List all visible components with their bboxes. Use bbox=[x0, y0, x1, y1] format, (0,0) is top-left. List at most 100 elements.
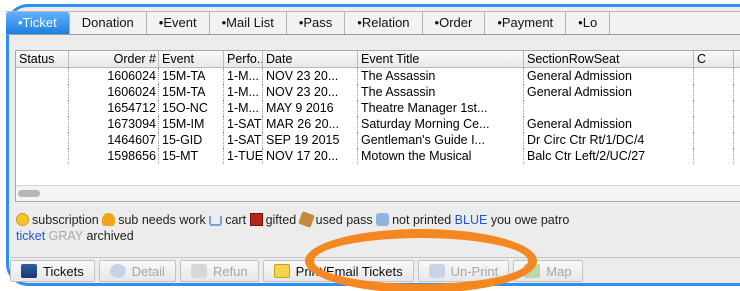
cell-event-title: The Assassin bbox=[358, 84, 524, 100]
column-header-c[interactable]: C bbox=[694, 51, 734, 67]
legend-ticket-label: ticket bbox=[16, 229, 46, 243]
cell-performance: 1-SAT bbox=[224, 116, 263, 132]
cell-order: 1606024 bbox=[69, 68, 159, 84]
table-row[interactable]: 1598656 15-MT 1-TUE NOV 17 20... Motown … bbox=[16, 148, 740, 164]
tab-order[interactable]: •Order bbox=[423, 12, 486, 34]
table-header: Status Order # Event Perfo... Date Event… bbox=[16, 51, 740, 68]
heart-icon bbox=[102, 213, 116, 226]
column-header-event-title[interactable]: Event Title bbox=[358, 51, 524, 67]
horizontal-scrollbar[interactable] bbox=[16, 185, 740, 201]
cell-event: 15-MT bbox=[159, 148, 224, 164]
search-icon bbox=[109, 264, 126, 278]
tab-donation[interactable]: Donation bbox=[70, 12, 147, 34]
table-row[interactable]: 1654712 15O-NC 1-M... MAY 9 2016 Theatre… bbox=[16, 100, 740, 116]
bottom-toolbar: Tickets Detail Refun Print/Email Tickets… bbox=[10, 257, 740, 282]
detail-button[interactable]: Detail bbox=[98, 260, 176, 282]
smiley-icon bbox=[16, 213, 29, 226]
cell-date: SEP 19 2015 bbox=[263, 132, 358, 148]
table-row[interactable]: 1673094 15M-IM 1-SAT MAR 26 20... Saturd… bbox=[16, 116, 740, 132]
cell-date: NOV 23 20... bbox=[263, 68, 358, 84]
cell-section-row-seat: General Admission bbox=[524, 68, 694, 84]
cell-performance: 1-M... bbox=[224, 68, 263, 84]
cell-status bbox=[16, 84, 69, 100]
legend-blue-label: BLUE bbox=[454, 213, 488, 227]
cell-event: 15M-TA bbox=[159, 84, 224, 100]
column-header-section-row-seat[interactable]: SectionRowSeat bbox=[524, 51, 694, 67]
tab-relation[interactable]: •Relation bbox=[345, 12, 423, 34]
tab-lo[interactable]: •Lo bbox=[566, 12, 611, 34]
column-header-order[interactable]: Order # bbox=[69, 51, 159, 67]
column-header-event[interactable]: Event bbox=[159, 51, 224, 67]
status-legend: subscription sub needs work cart gifted … bbox=[16, 211, 740, 244]
tab-pass[interactable]: •Pass bbox=[287, 12, 346, 34]
cell-event: 15-GID bbox=[159, 132, 224, 148]
cell-status bbox=[16, 68, 69, 84]
print-email-tickets-button[interactable]: Print/Email Tickets bbox=[262, 260, 414, 282]
table-body: 1606024 15M-TA 1-M... NOV 23 20... The A… bbox=[16, 68, 740, 178]
tab-payment[interactable]: •Payment bbox=[485, 12, 567, 34]
cell-status bbox=[16, 100, 69, 116]
refund-button[interactable]: Refun bbox=[179, 260, 259, 282]
cell-c bbox=[694, 84, 734, 100]
tickets-icon bbox=[21, 264, 37, 278]
scrollbar-thumb[interactable] bbox=[18, 190, 40, 197]
cell-status bbox=[16, 148, 69, 164]
tab-event[interactable]: •Event bbox=[147, 12, 210, 34]
tab-bar: •Ticket Donation •Event •Mail List •Pass… bbox=[6, 11, 740, 35]
cell-date: MAR 26 20... bbox=[263, 116, 358, 132]
cell-order: 1654712 bbox=[69, 100, 159, 116]
cell-order: 1464607 bbox=[69, 132, 159, 148]
cell-status bbox=[16, 132, 69, 148]
column-header-status[interactable]: Status bbox=[16, 51, 69, 67]
used-pass-icon bbox=[297, 211, 315, 228]
cell-event: 15M-IM bbox=[159, 116, 224, 132]
tab-mail-list[interactable]: •Mail List bbox=[210, 12, 287, 34]
cell-date: MAY 9 2016 bbox=[263, 100, 358, 116]
cell-order: 1673094 bbox=[69, 116, 159, 132]
cell-order: 1598656 bbox=[69, 148, 159, 164]
cell-c bbox=[694, 116, 734, 132]
legend-item: cart bbox=[209, 213, 246, 227]
cell-performance: 1-SAT bbox=[224, 132, 263, 148]
trash-icon bbox=[190, 264, 207, 278]
map-icon bbox=[524, 264, 541, 278]
table-row[interactable]: 1464607 15-GID 1-SAT SEP 19 2015 Gentlem… bbox=[16, 132, 740, 148]
legend-gray-label: GRAY bbox=[48, 229, 83, 243]
table-row[interactable]: 1606024 15M-TA 1-M... NOV 23 20... The A… bbox=[16, 84, 740, 100]
unprint-icon bbox=[428, 264, 445, 278]
legend-item: used pass bbox=[297, 211, 373, 228]
column-header-performance[interactable]: Perfo... bbox=[224, 51, 263, 67]
legend-item: sub needs work bbox=[102, 213, 206, 227]
legend-owe-text: you owe patro bbox=[490, 213, 570, 227]
cell-section-row-seat bbox=[524, 100, 694, 116]
cell-c bbox=[694, 100, 734, 116]
cell-event-title: Motown the Musical bbox=[358, 148, 524, 164]
cell-date: NOV 23 20... bbox=[263, 84, 358, 100]
tickets-button[interactable]: Tickets bbox=[10, 260, 95, 282]
cell-status bbox=[16, 116, 69, 132]
cell-section-row-seat: General Admission bbox=[524, 116, 694, 132]
cell-event-title: Theatre Manager 1st... bbox=[358, 100, 524, 116]
cell-performance: 1-M... bbox=[224, 84, 263, 100]
map-button[interactable]: Map bbox=[513, 260, 583, 282]
table-row[interactable]: 1606024 15M-TA 1-M... NOV 23 20... The A… bbox=[16, 68, 740, 84]
cell-section-row-seat: General Admission bbox=[524, 84, 694, 100]
tickets-table[interactable]: Status Order # Event Perfo... Date Event… bbox=[15, 50, 740, 202]
not-printed-icon bbox=[376, 213, 390, 226]
legend-item: subscription bbox=[16, 213, 99, 227]
legend-archived-text: archived bbox=[86, 229, 134, 243]
cell-event: 15M-TA bbox=[159, 68, 224, 84]
tab-ticket[interactable]: •Ticket bbox=[6, 12, 70, 34]
unprint-button[interactable]: Un-Print bbox=[417, 260, 510, 282]
legend-item: gifted bbox=[249, 213, 296, 227]
cell-event-title: Gentleman's Guide I... bbox=[358, 132, 524, 148]
legend-item: not printed bbox=[376, 213, 451, 227]
cell-c bbox=[694, 68, 734, 84]
cell-section-row-seat: Dr Circ Ctr Rt/1/DC/4 bbox=[524, 132, 694, 148]
cell-event-title: The Assassin bbox=[358, 68, 524, 84]
cell-event-title: Saturday Morning Ce... bbox=[358, 116, 524, 132]
cell-order: 1606024 bbox=[69, 84, 159, 100]
gift-icon bbox=[249, 213, 263, 226]
cell-date: NOV 17 20... bbox=[263, 148, 358, 164]
column-header-date[interactable]: Date bbox=[263, 51, 358, 67]
